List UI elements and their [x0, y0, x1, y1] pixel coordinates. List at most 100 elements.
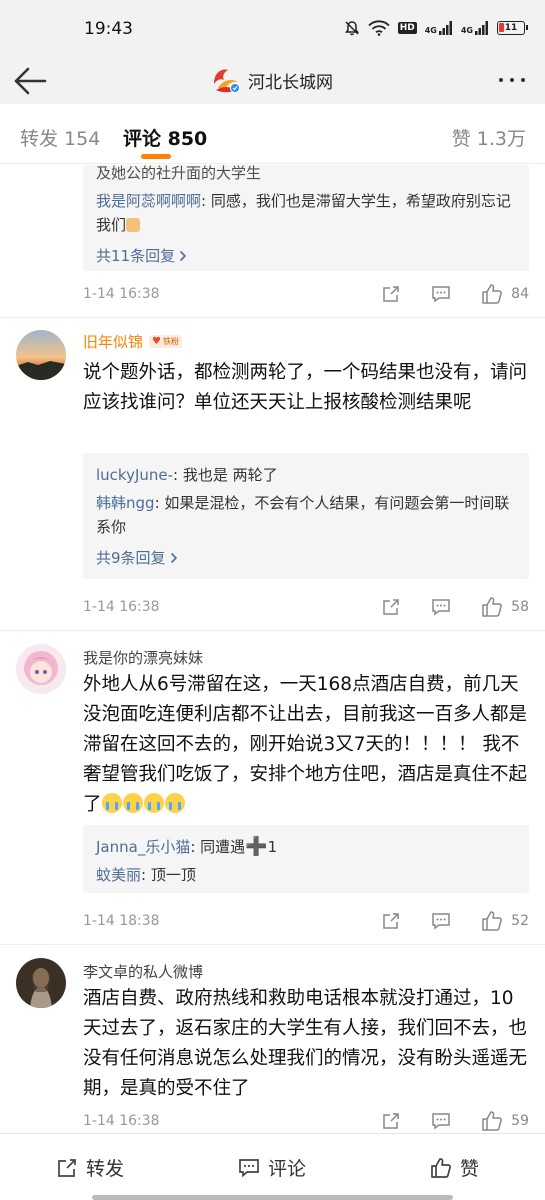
signal-icon-1: 4G — [425, 21, 453, 35]
comment-username[interactable]: 旧年似锦 ♥ 铁粉 — [83, 331, 182, 352]
comment-icon — [239, 1158, 259, 1177]
crying-emoji-icon — [122, 793, 143, 813]
avatar[interactable] — [16, 958, 66, 1008]
like-button[interactable]: 59 — [481, 1110, 529, 1132]
comment-icon — [432, 599, 450, 616]
comment-label: 评论 — [268, 1158, 307, 1180]
thumb-up-icon — [482, 1111, 503, 1131]
comment-meta: 1-14 18:38 52 — [83, 910, 529, 932]
comment-icon — [432, 286, 450, 303]
like-button[interactable]: 84 — [481, 283, 529, 305]
reply-text: : 同遭遇 — [190, 838, 246, 856]
reply-user[interactable]: Janna_乐小猫 — [96, 838, 190, 856]
bottom-action-bar: 转发 评论 赞 — [0, 1133, 545, 1200]
chevron-right-icon — [170, 552, 177, 564]
reply-item[interactable]: luckyJune-: 我也是 两轮了 — [96, 463, 517, 487]
comment-time: 1-14 16:38 — [83, 1113, 160, 1129]
comment-icon — [432, 913, 450, 930]
share-button[interactable] — [381, 284, 401, 304]
dot-icon — [510, 78, 514, 82]
comment-text: 说个题外话，都检测两轮了，一个码结果也没有，请问应该找谁问？单位还天天让上报核酸… — [83, 362, 528, 413]
like-label: 赞 — [460, 1158, 480, 1180]
more-replies-label: 共9条回复 — [96, 549, 166, 567]
reply-button[interactable] — [431, 1111, 451, 1131]
reply-item[interactable]: 韩韩ngg: 如果是混检，不会有个人结果，有问题会第一时间联系你 — [96, 491, 517, 539]
share-button[interactable] — [381, 597, 401, 617]
nav-bar: 河北长城网 — [0, 58, 545, 104]
comment-button[interactable]: 评论 — [238, 1154, 306, 1181]
home-indicator[interactable] — [92, 1195, 453, 1200]
tab-repost[interactable]: 转发 154 — [20, 124, 100, 151]
username-text: 我是你的漂亮妹妹 — [83, 649, 204, 667]
reply-text: : 我也是 两轮了 — [173, 466, 278, 484]
share-icon — [383, 1113, 399, 1129]
like-button[interactable]: 赞 — [430, 1154, 479, 1181]
reply-user[interactable]: luckyJune- — [96, 466, 173, 484]
more-options-button[interactable] — [499, 72, 531, 88]
status-icons: HD 4G 4G 11 — [344, 20, 528, 36]
username-text: 李文卓的私人微博 — [83, 963, 204, 981]
reply-user[interactable]: 蚊美丽 — [96, 866, 141, 884]
clap-emoji-icon — [126, 218, 141, 232]
comment-icon — [432, 1113, 450, 1130]
avatar[interactable] — [16, 330, 66, 380]
comment-list[interactable]: 及她公的社升面的大学生 我是阿蕊啊啊啊: 同感，我们也是滞留大学生，希望政府别忘… — [0, 165, 545, 1132]
more-replies-link[interactable]: 共9条回复 — [96, 543, 517, 573]
status-bar: 19:43 HD 4G 4G 11 — [0, 0, 545, 58]
reply-user[interactable]: 韩韩ngg — [96, 494, 155, 512]
tab-comment[interactable]: 评论 850 — [123, 124, 207, 151]
hd-icon: HD — [397, 22, 417, 34]
fan-badge: ♥ 铁粉 — [149, 335, 182, 348]
divider — [0, 944, 545, 945]
tab-like[interactable]: 赞 1.3万 — [452, 124, 526, 151]
reply-button[interactable] — [431, 597, 451, 617]
comment-time: 1-14 16:38 — [83, 286, 160, 302]
repost-button[interactable]: 转发 — [56, 1154, 124, 1181]
comment-meta: 1-14 16:38 59 — [83, 1110, 529, 1132]
reply-text: : 顶一顶 — [141, 866, 196, 884]
share-icon — [58, 1158, 76, 1177]
reply-box[interactable]: Janna_乐小猫: 同遭遇➕1 蚊美丽: 顶一顶 — [83, 825, 529, 893]
more-replies-label: 共11条回复 — [96, 247, 176, 265]
dot-icon — [521, 78, 525, 82]
share-icon — [383, 599, 399, 615]
crying-emoji-icon — [101, 793, 122, 813]
reply-user[interactable]: 我是阿蕊啊啊啊 — [96, 192, 201, 210]
share-icon — [383, 286, 399, 302]
reply-item[interactable]: 蚊美丽: 顶一顶 — [96, 863, 517, 887]
thumb-up-icon — [482, 911, 503, 931]
active-tab-indicator — [141, 154, 171, 159]
avatar[interactable] — [16, 644, 66, 694]
bell-off-icon — [344, 21, 359, 36]
reply-text: : 如果是混检，不会有个人结果，有问题会第一时间联系你 — [96, 494, 510, 536]
share-button[interactable] — [381, 1111, 401, 1131]
dot-icon — [499, 78, 503, 82]
wifi-icon — [368, 20, 390, 36]
nav-title: 河北长城网 — [248, 72, 333, 93]
thumb-up-icon — [482, 284, 503, 304]
thumb-up-icon — [431, 1157, 451, 1178]
account-title[interactable]: 河北长城网 — [210, 64, 333, 96]
like-button[interactable]: 52 — [481, 910, 529, 932]
reply-button[interactable] — [431, 911, 451, 931]
back-button[interactable] — [12, 64, 48, 98]
comment-meta: 1-14 16:38 84 — [83, 283, 529, 305]
reply-item[interactable]: 我是阿蕊啊啊啊: 同感，我们也是滞留大学生，希望政府别忘记我们 — [96, 189, 517, 237]
comment-username[interactable]: 李文卓的私人微博 — [83, 961, 203, 982]
like-count: 59 — [511, 1113, 529, 1129]
chevron-right-icon — [180, 250, 187, 262]
back-arrow-icon — [14, 67, 47, 95]
like-button[interactable]: 58 — [481, 596, 529, 618]
repost-label: 转发 — [86, 1158, 125, 1180]
reply-button[interactable] — [431, 284, 451, 304]
thumb-up-icon — [482, 597, 503, 617]
share-button[interactable] — [381, 911, 401, 931]
comment-text: 外地人从6号滞留在这，一天168点酒店自费，前几天没泡面吃连便利店都不让出去，目… — [83, 670, 529, 820]
comment-username[interactable]: 我是你的漂亮妹妹 — [83, 647, 203, 668]
truncated-reply: 及她公的社升面的大学生 — [96, 165, 262, 182]
reply-item[interactable]: Janna_乐小猫: 同遭遇➕1 — [96, 835, 517, 859]
reply-box[interactable]: luckyJune-: 我也是 两轮了 韩韩ngg: 如果是混检，不会有个人结果… — [83, 453, 529, 579]
signal-icon-2: 4G — [461, 21, 489, 35]
more-replies-link[interactable]: 共11条回复 — [96, 241, 517, 271]
reply-box[interactable]: 及她公的社升面的大学生 我是阿蕊啊啊啊: 同感，我们也是滞留大学生，希望政府别忘… — [83, 165, 529, 271]
